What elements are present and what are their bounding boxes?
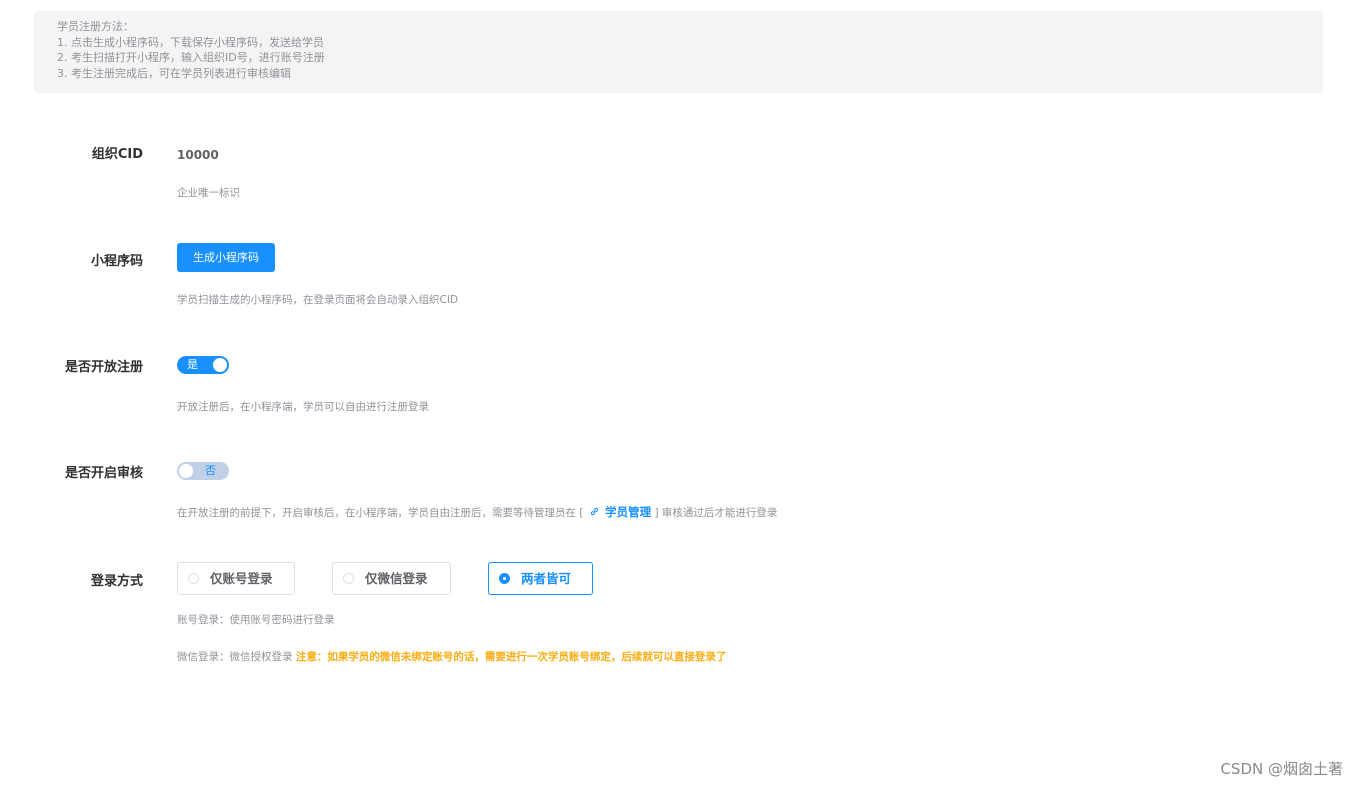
instructions-title: 学员注册方法： xyxy=(57,20,134,33)
cid-value: 10000 xyxy=(177,148,219,162)
audit-label: 是否开启审核 xyxy=(64,466,143,481)
radio-circle xyxy=(499,573,510,584)
cid-hint: 企业唯一标识 xyxy=(177,187,240,199)
switch-knob xyxy=(179,464,193,478)
registration-settings-page: 学员注册方法： 1. 点击生成小程序码，下载保存小程序码，发送给学员 2. 考生… xyxy=(0,0,1359,786)
login-option-label: 仅账号登录 xyxy=(210,571,273,586)
miniprogram-hint: 学员扫描生成的小程序码，在登录页面将会自动录入组织CID xyxy=(177,294,459,306)
login-wechat-hint: 微信登录：微信授权登录 注意：如果学员的微信未绑定账号的话，需要进行一次学员账号… xyxy=(177,649,726,664)
login-option-wechat-only[interactable]: 仅微信登录 xyxy=(332,562,451,595)
instruction-step-3: 3. 考生注册完成后，可在学员列表进行审核编辑 xyxy=(57,66,291,80)
instruction-step-1: 1. 点击生成小程序码，下载保存小程序码，发送给学员 xyxy=(57,35,324,49)
audit-switch-text: 否 xyxy=(205,464,216,477)
generate-miniprogram-code-button[interactable]: 生成小程序码 xyxy=(177,243,275,272)
audit-hint-after: ] 审核通过后才能进行登录 xyxy=(654,507,778,519)
login-option-label: 仅微信登录 xyxy=(365,571,428,586)
login-option-account-only[interactable]: 仅账号登录 xyxy=(177,562,295,595)
link-icon xyxy=(590,507,598,516)
login-method-label: 登录方式 xyxy=(90,574,143,589)
open-register-switch-text: 是 xyxy=(187,358,198,371)
cid-label: 组织CID xyxy=(91,147,143,162)
login-warning-text: 注意：如果学员的微信未绑定账号的话，需要进行一次学员账号绑定，后续就可以直接登录… xyxy=(295,651,727,663)
switch-knob xyxy=(213,358,227,372)
registration-instructions: 学员注册方法： 1. 点击生成小程序码，下载保存小程序码，发送给学员 2. 考生… xyxy=(34,11,1323,93)
open-register-label: 是否开放注册 xyxy=(64,360,143,375)
login-option-both[interactable]: 两者皆可 xyxy=(488,562,593,595)
student-management-link[interactable]: 学员管理 xyxy=(605,505,651,519)
audit-hint-before: 在开放注册的前提下，开启审核后，在小程序端，学员自由注册后，需要等待管理员在 [ xyxy=(177,507,584,519)
open-register-hint: 开放注册后，在小程序端，学员可以自由进行注册登录 xyxy=(177,401,429,413)
radio-circle xyxy=(188,573,199,584)
radio-circle xyxy=(343,573,354,584)
csdn-watermark: CSDN @烟囱土著 xyxy=(1220,760,1343,778)
miniprogram-label: 小程序码 xyxy=(90,254,143,269)
audit-hint: 在开放注册的前提下，开启审核后，在小程序端，学员自由注册后，需要等待管理员在 [… xyxy=(177,504,777,520)
login-wechat-hint-text: 微信登录：微信授权登录 xyxy=(177,651,293,663)
login-account-hint: 账号登录：使用账号密码进行登录 xyxy=(177,614,335,626)
login-option-label: 两者皆可 xyxy=(521,571,572,586)
open-register-switch[interactable]: 是 xyxy=(177,356,229,374)
audit-switch[interactable]: 否 xyxy=(177,462,229,480)
instruction-step-2: 2. 考生扫描打开小程序，输入组织ID号，进行账号注册 xyxy=(57,51,325,64)
